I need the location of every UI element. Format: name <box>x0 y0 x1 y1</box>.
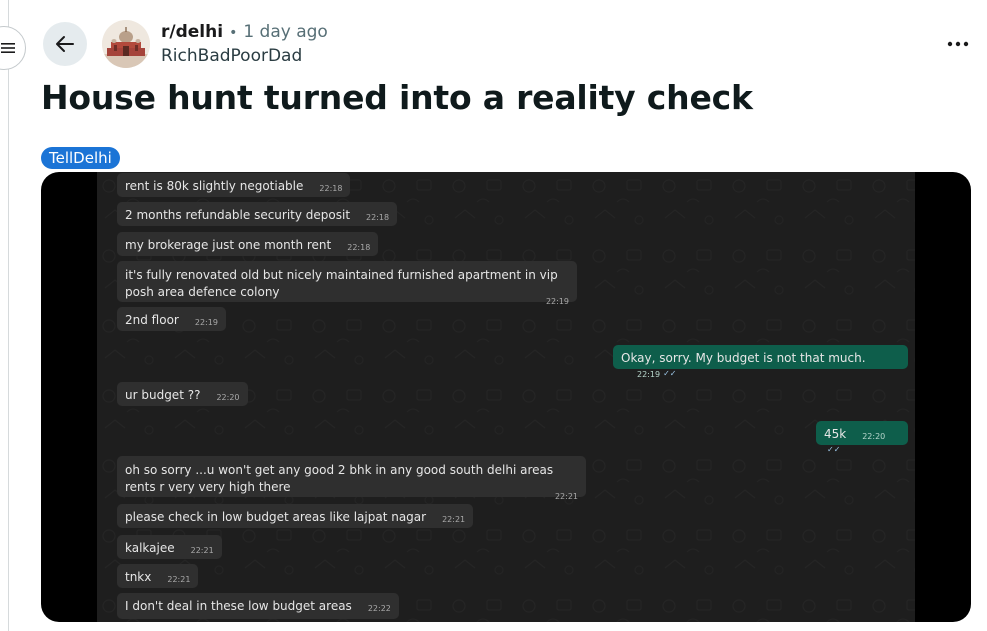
message-text: Okay, sorry. My budget is not that much. <box>621 351 866 365</box>
subreddit-link[interactable]: r/delhi <box>161 22 223 42</box>
monument-icon <box>102 20 150 68</box>
subreddit-avatar[interactable] <box>102 20 150 68</box>
chat-message: I don't deal in these low budget areas 22… <box>117 593 399 619</box>
post-age: 1 day ago <box>243 22 328 42</box>
chat-message: 2 months refundable security deposit 22:1… <box>117 202 398 226</box>
message-text: 45k <box>824 427 847 441</box>
message-text: kalkajee <box>125 541 175 555</box>
back-button[interactable] <box>43 22 87 66</box>
chat-message: please check in low budget areas like la… <box>117 504 474 528</box>
meta-separator: • <box>229 25 238 41</box>
post-title[interactable]: House hunt turned into a reality check <box>41 78 753 117</box>
chat-message: it's fully renovated old but nicely main… <box>117 261 577 306</box>
hamburger-menu-icon <box>1 43 15 53</box>
message-text: I don't deal in these low budget areas <box>125 599 352 613</box>
message-time: 22:21 <box>190 546 214 555</box>
chat-message: Okay, sorry. My budget is not that much.… <box>613 345 908 379</box>
message-text: please check in low budget areas like la… <box>125 510 427 524</box>
chat-message: ur budget ?? 22:20 <box>117 382 248 406</box>
author-link[interactable]: RichBadPoorDad <box>161 46 302 66</box>
more-options-icon <box>947 41 969 47</box>
message-text: oh so sorry ...u won't get any good 2 bh… <box>125 463 554 494</box>
message-text: tnkx <box>125 570 152 584</box>
message-time: 22:21 <box>442 515 466 524</box>
message-text: it's fully renovated old but nicely main… <box>125 268 558 299</box>
message-time: 22:20 <box>216 393 240 402</box>
double-check-icon: ✓✓ <box>663 369 677 378</box>
message-text: my brokerage just one month rent <box>125 238 332 252</box>
message-time: 22:18 <box>319 184 343 193</box>
message-time: 22:20 <box>862 432 886 441</box>
post-image[interactable]: rent is 80k slightly negotiable 22:18 2 m… <box>41 172 971 622</box>
message-text: ur budget ?? <box>125 388 201 402</box>
message-time: 22:18 <box>366 213 390 222</box>
chat-message: 45k 22:20 ✓✓ <box>816 421 908 454</box>
chat-message: kalkajee 22:21 <box>117 535 222 559</box>
message-time: 22:19 <box>194 318 218 327</box>
chat-message: my brokerage just one month rent 22:18 <box>117 232 379 256</box>
chat-message: rent is 80k slightly negotiable 22:18 <box>117 173 351 197</box>
more-options-button[interactable] <box>942 30 974 58</box>
message-time: 22:18 <box>347 243 371 252</box>
double-check-icon: ✓✓ <box>827 445 841 454</box>
message-time: 22:21 <box>167 575 191 584</box>
message-time: 22:19 <box>637 370 661 379</box>
message-time: 22:22 <box>367 604 391 613</box>
hamburger-menu-button[interactable] <box>0 26 26 70</box>
chat-screenshot: rent is 80k slightly negotiable 22:18 2 m… <box>97 172 915 622</box>
message-text: 2 months refundable security deposit <box>125 208 351 222</box>
left-sidebar-rail <box>0 0 9 631</box>
post-meta: r/delhi • 1 day ago <box>161 22 328 42</box>
chat-message: tnkx 22:21 <box>117 564 199 588</box>
post-flair[interactable]: TellDelhi <box>41 147 120 169</box>
chat-message: oh so sorry ...u won't get any good 2 bh… <box>117 456 586 501</box>
chat-message: 2nd floor 22:19 <box>117 307 226 331</box>
message-text: 2nd floor <box>125 313 179 327</box>
arrow-left-icon <box>56 36 74 52</box>
message-text: rent is 80k slightly negotiable <box>125 179 304 193</box>
